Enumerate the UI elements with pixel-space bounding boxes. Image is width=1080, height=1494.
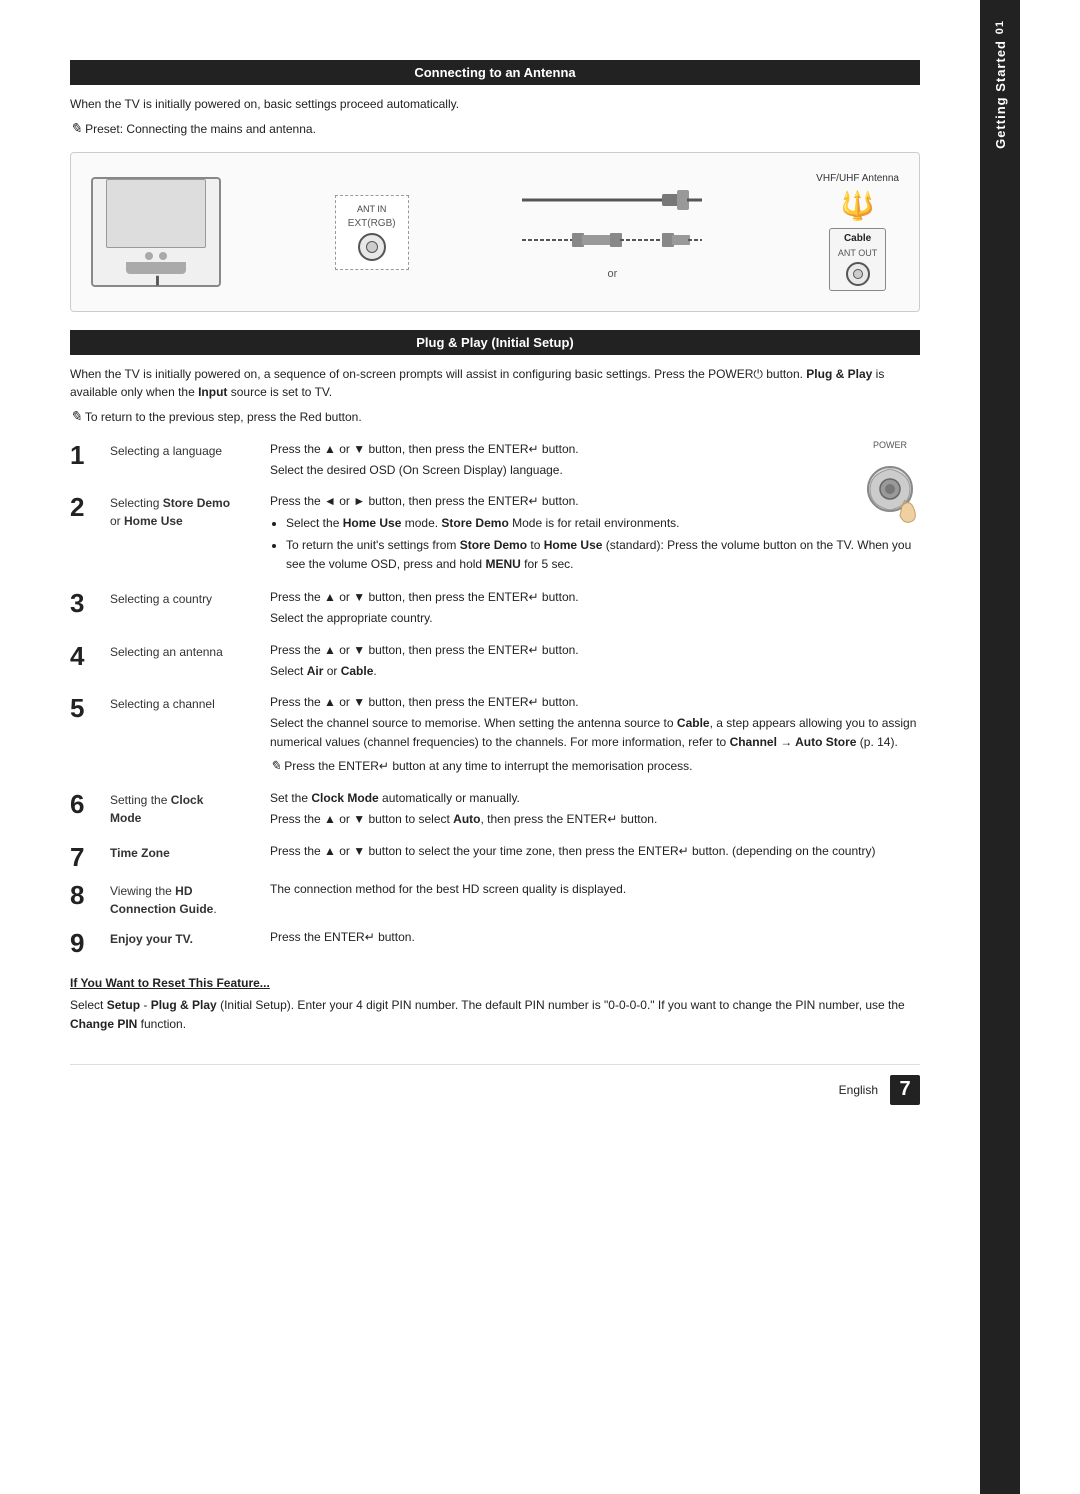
step-3-number: 3 <box>70 590 110 616</box>
reset-text: Select Setup - Plug & Play (Initial Setu… <box>70 996 920 1034</box>
step-7-number: 7 <box>70 844 110 870</box>
step-5-desc: Press the ▲ or ▼ button, then press the … <box>270 693 920 779</box>
sidebar: 01 Getting Started <box>980 0 1020 1494</box>
step-6-label: Setting the ClockMode <box>110 789 270 827</box>
cable-label: Cable <box>844 233 871 244</box>
step-2-number: 2 <box>70 494 110 520</box>
section2-title: Plug & Play (Initial Setup) <box>70 330 920 355</box>
steps-section: POWER 1 Selecting a language Press the ▲… <box>70 440 920 956</box>
ext-label: EXT(RGB) <box>348 218 396 229</box>
main-content: Connecting to an Antenna When the TV is … <box>0 0 980 1494</box>
step-7-label: Time Zone <box>110 842 270 862</box>
step-6-number: 6 <box>70 791 110 817</box>
step-2-label: Selecting Store Demoor Home Use <box>110 492 270 530</box>
step-2-row: 2 Selecting Store Demoor Home Use Press … <box>70 492 920 578</box>
step-9-desc: Press the ENTER↵ button. <box>270 928 920 949</box>
step-8-desc: The connection method for the best HD sc… <box>270 880 920 901</box>
step-3-label: Selecting a country <box>110 588 270 608</box>
ant-in-label: ANT IN <box>357 204 386 214</box>
reset-section: If You Want to Reset This Feature... Sel… <box>70 976 920 1034</box>
ant-in-port <box>358 233 386 261</box>
step-5-row: 5 Selecting a channel Press the ▲ or ▼ b… <box>70 693 920 779</box>
sidebar-number: 01 <box>994 20 1006 34</box>
step-4-label: Selecting an antenna <box>110 641 270 661</box>
tv-stand <box>126 262 186 274</box>
step-6-desc: Set the Clock Mode automatically or manu… <box>270 789 920 831</box>
section1-note: ✎ Preset: Connecting the mains and anten… <box>70 119 920 140</box>
step-4-number: 4 <box>70 643 110 669</box>
ant-out-label: ANT OUT <box>838 248 877 258</box>
section2-note: ✎ To return to the previous step, press … <box>70 407 920 428</box>
footer-lang: English <box>839 1083 878 1097</box>
reset-title: If You Want to Reset This Feature... <box>70 976 920 990</box>
step-8-label: Viewing the HDConnection Guide. <box>110 880 270 918</box>
step-1-label: Selecting a language <box>110 440 270 460</box>
note-icon2: ✎ <box>70 410 82 425</box>
step-1-row: 1 Selecting a language Press the ▲ or ▼ … <box>70 440 920 482</box>
step-8-row: 8 Viewing the HDConnection Guide. The co… <box>70 880 920 918</box>
step-5-number: 5 <box>70 695 110 721</box>
step-4-desc: Press the ▲ or ▼ button, then press the … <box>270 641 920 683</box>
cable-svg <box>522 180 702 260</box>
section2-intro: When the TV is initially powered on, a s… <box>70 365 920 401</box>
connector-area: ANT IN EXT(RGB) <box>335 195 409 270</box>
or-text: or <box>607 268 617 280</box>
cable-middle: or <box>522 180 702 284</box>
step-1-desc: Press the ▲ or ▼ button, then press the … <box>270 440 920 482</box>
tv-screen <box>106 179 206 248</box>
step-7-desc: Press the ▲ or ▼ button to select the yo… <box>270 842 920 863</box>
section1-title: Connecting to an Antenna <box>70 60 920 85</box>
antenna-diagram: ▐ ANT IN EXT(RGB) <box>70 152 920 312</box>
step-3-row: 3 Selecting a country Press the ▲ or ▼ b… <box>70 588 920 630</box>
step-3-desc: Press the ▲ or ▼ button, then press the … <box>270 588 920 630</box>
cable-port <box>846 262 870 286</box>
cable-box: Cable ANT OUT <box>829 228 886 291</box>
page-wrapper: Connecting to an Antenna When the TV is … <box>0 0 1080 1494</box>
step-9-row: 9 Enjoy your TV. Press the ENTER↵ button… <box>70 928 920 956</box>
footer: English 7 <box>70 1064 920 1105</box>
step-6-row: 6 Setting the ClockMode Set the Clock Mo… <box>70 789 920 831</box>
step-1-number: 1 <box>70 442 110 468</box>
step-9-number: 9 <box>70 930 110 956</box>
section1-intro: When the TV is initially powered on, bas… <box>70 95 920 113</box>
antenna-icon: 🔱 <box>840 192 875 220</box>
step-7-row: 7 Time Zone Press the ▲ or ▼ button to s… <box>70 842 920 870</box>
step-5-label: Selecting a channel <box>110 693 270 713</box>
tv-illustration: ▐ <box>91 177 221 287</box>
footer-page: 7 <box>890 1075 920 1105</box>
note-icon: ✎ <box>70 122 82 137</box>
step-4-row: 4 Selecting an antenna Press the ▲ or ▼ … <box>70 641 920 683</box>
step-8-number: 8 <box>70 882 110 908</box>
antenna-label: VHF/UHF Antenna <box>816 173 899 184</box>
sidebar-title: Getting Started <box>993 40 1008 149</box>
step-2-desc: Press the ◄ or ► button, then press the … <box>270 492 920 578</box>
step-9-label: Enjoy your TV. <box>110 928 270 948</box>
